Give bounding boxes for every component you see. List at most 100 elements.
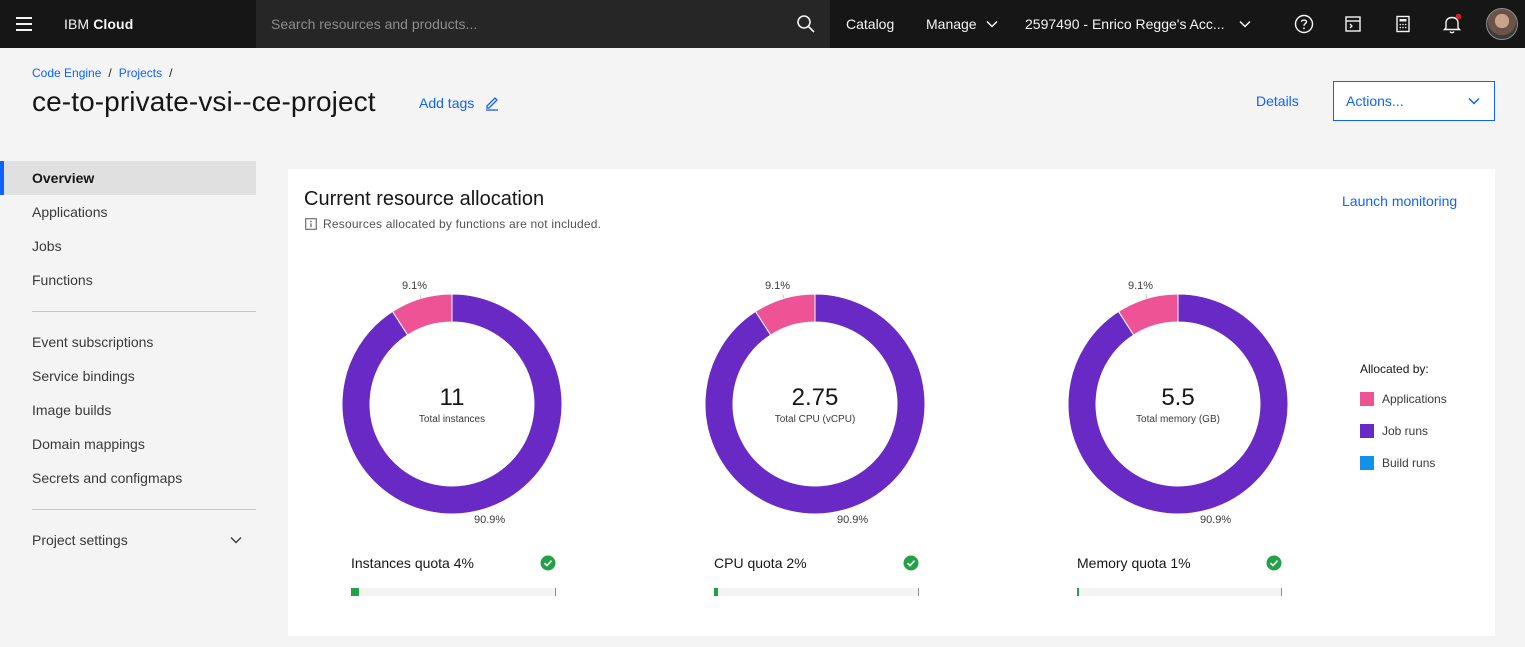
slice-label-job-runs: 90.9% bbox=[837, 514, 869, 526]
top-header: IBM Cloud Catalog Manage 2597490 - Enric… bbox=[0, 0, 1525, 48]
side-nav: Overview Applications Jobs Functions Eve… bbox=[0, 161, 256, 557]
checkmark-filled-icon bbox=[540, 555, 556, 571]
quota-label: Memory quota bbox=[1077, 555, 1167, 571]
quota-progress-bar bbox=[1077, 588, 1282, 596]
card-title: Current resource allocation bbox=[304, 188, 545, 210]
catalog-link[interactable]: Catalog bbox=[846, 0, 894, 48]
legend-swatch bbox=[1360, 424, 1374, 438]
chevron-down-icon bbox=[1239, 20, 1251, 28]
notification-icon[interactable] bbox=[1440, 12, 1464, 36]
quota-progress-fill bbox=[1077, 588, 1080, 596]
donut-chart-cpu: 2.75 Total CPU (vCPU) 9.1% 90.9% bbox=[695, 274, 935, 534]
cost-estimator-icon[interactable] bbox=[1341, 12, 1365, 36]
account-label: 2597490 - Enrico Regge's Acc... bbox=[1025, 16, 1225, 32]
sidebar-item-jobs[interactable]: Jobs bbox=[0, 229, 256, 263]
legend-label: Job runs bbox=[1382, 424, 1429, 438]
page-title: ce-to-private-vsi--ce-project bbox=[32, 86, 376, 117]
sidebar-item-image-builds[interactable]: Image builds bbox=[0, 393, 256, 427]
chevron-down-icon bbox=[986, 20, 998, 28]
chevron-down-icon bbox=[230, 537, 242, 544]
legend-title: Allocated by: bbox=[1360, 362, 1429, 376]
resource-allocation-card: Current resource allocation Resources al… bbox=[288, 169, 1495, 636]
search-icon[interactable] bbox=[796, 14, 816, 34]
add-tags-label: Add tags bbox=[419, 95, 475, 111]
quota-percent: 1% bbox=[1170, 555, 1191, 571]
legend-swatch bbox=[1360, 456, 1374, 470]
donut-chart-memory: 5.5 Total memory (GB) 9.1% 90.9% bbox=[1058, 274, 1298, 534]
brand-prefix: IBM bbox=[64, 16, 90, 32]
nav-divider bbox=[32, 509, 256, 510]
quota-label: Instances quota bbox=[351, 555, 450, 571]
checkmark-filled-icon bbox=[903, 555, 919, 571]
sidebar-item-overview[interactable]: Overview bbox=[0, 161, 256, 195]
manage-label: Manage bbox=[926, 16, 977, 32]
legend-item-build-runs[interactable]: Build runs bbox=[1360, 456, 1447, 470]
quota-progress-bar bbox=[714, 588, 919, 596]
sidebar-item-applications[interactable]: Applications bbox=[0, 195, 256, 229]
legend-label: Applications bbox=[1382, 392, 1447, 406]
center-value: 5.5 bbox=[1161, 384, 1195, 411]
legend-swatch bbox=[1360, 392, 1374, 406]
sidebar-item-domain-mappings[interactable]: Domain mappings bbox=[0, 427, 256, 461]
quota-progress-fill bbox=[351, 588, 360, 596]
quota-cpu: CPU quota 2% bbox=[714, 555, 919, 596]
center-label: Total memory (GB) bbox=[1136, 414, 1220, 425]
calculator-icon[interactable] bbox=[1391, 12, 1415, 36]
center-value: 11 bbox=[439, 384, 465, 411]
edit-icon bbox=[486, 97, 499, 111]
chevron-down-icon bbox=[1468, 97, 1480, 105]
details-link[interactable]: Details bbox=[1256, 93, 1299, 109]
avatar[interactable] bbox=[1486, 8, 1518, 40]
nav-divider bbox=[32, 311, 256, 312]
quota-instances: Instances quota 4% bbox=[351, 555, 556, 596]
legend-item-job-runs[interactable]: Job runs bbox=[1360, 424, 1447, 438]
quota-memory: Memory quota 1% bbox=[1077, 555, 1282, 596]
slice-label-applications: 9.1% bbox=[765, 280, 791, 292]
legend-label: Build runs bbox=[1382, 456, 1436, 470]
breadcrumb-separator: / bbox=[169, 66, 173, 80]
slice-leader-line bbox=[419, 294, 422, 299]
card-note: Resources allocated by functions are not… bbox=[305, 217, 601, 231]
help-icon[interactable] bbox=[1292, 12, 1316, 36]
breadcrumb-separator: / bbox=[108, 66, 112, 80]
actions-dropdown[interactable]: Actions... bbox=[1333, 81, 1495, 121]
project-settings-label: Project settings bbox=[32, 532, 128, 548]
sidebar-item-secrets-configmaps[interactable]: Secrets and configmaps bbox=[0, 461, 256, 495]
slice-leader-line bbox=[782, 294, 785, 299]
manage-menu[interactable]: Manage bbox=[926, 0, 998, 48]
launch-monitoring-link[interactable]: Launch monitoring bbox=[1342, 193, 1457, 209]
brand-name: Cloud bbox=[93, 16, 134, 32]
checkmark-filled-icon bbox=[1266, 555, 1282, 571]
sidebar-item-event-subscriptions[interactable]: Event subscriptions bbox=[0, 325, 256, 359]
actions-label: Actions... bbox=[1346, 93, 1404, 109]
quota-progress-bar bbox=[351, 588, 556, 596]
information-icon bbox=[305, 218, 317, 230]
slice-leader-line bbox=[1145, 294, 1148, 299]
center-value: 2.75 bbox=[791, 384, 839, 411]
quota-percent: 2% bbox=[786, 555, 807, 571]
breadcrumb-projects[interactable]: Projects bbox=[119, 66, 162, 80]
search-bar bbox=[256, 0, 830, 48]
sidebar-item-functions[interactable]: Functions bbox=[0, 263, 256, 297]
card-note-text: Resources allocated by functions are not… bbox=[323, 217, 602, 231]
quota-label: CPU quota bbox=[714, 555, 783, 571]
legend-item-applications[interactable]: Applications bbox=[1360, 392, 1447, 406]
sidebar-item-service-bindings[interactable]: Service bindings bbox=[0, 359, 256, 393]
slice-label-job-runs: 90.9% bbox=[474, 514, 506, 526]
quota-percent: 4% bbox=[453, 555, 474, 571]
brand-logo[interactable]: IBM Cloud bbox=[48, 16, 256, 32]
slice-label-applications: 9.1% bbox=[1128, 280, 1154, 292]
search-input[interactable] bbox=[256, 16, 776, 32]
account-switcher[interactable]: 2597490 - Enrico Regge's Acc... bbox=[1025, 0, 1251, 48]
donut-chart-instances: 11 Total instances 9.1% 90.9% bbox=[332, 274, 572, 534]
breadcrumb: Code Engine / Projects / bbox=[32, 66, 172, 80]
menu-icon[interactable] bbox=[0, 0, 48, 48]
sidebar-item-project-settings[interactable]: Project settings bbox=[0, 523, 256, 557]
add-tags-link[interactable]: Add tags bbox=[419, 95, 500, 111]
slice-label-job-runs: 90.9% bbox=[1200, 514, 1232, 526]
chart-legend: Allocated by: Applications Job runs Buil… bbox=[1360, 362, 1447, 488]
center-label: Total instances bbox=[418, 414, 486, 425]
slice-label-applications: 9.1% bbox=[402, 280, 428, 292]
quota-progress-fill bbox=[714, 588, 719, 596]
breadcrumb-code-engine[interactable]: Code Engine bbox=[32, 66, 101, 80]
